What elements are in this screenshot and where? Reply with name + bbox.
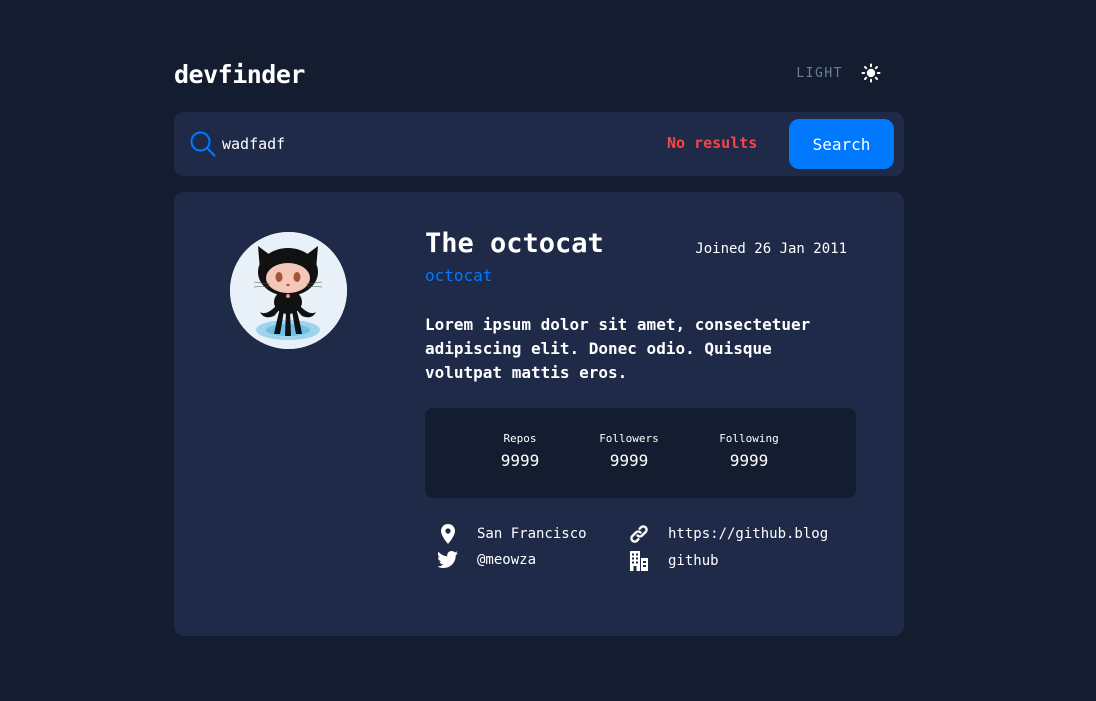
octocat-avatar-image: [230, 232, 347, 349]
search-input[interactable]: [222, 132, 642, 156]
blog-item[interactable]: https://github.blog: [628, 524, 828, 544]
sun-icon[interactable]: [861, 63, 881, 83]
stat-repos: Repos 9999: [470, 432, 570, 470]
theme-toggle-label: LIGHT: [796, 65, 843, 81]
search-button[interactable]: Search: [789, 119, 894, 169]
company-text[interactable]: github: [668, 553, 719, 569]
search-error-message: No results: [667, 134, 758, 152]
stats-panel: Repos 9999 Followers 9999 Following 9999: [425, 408, 856, 498]
profile-name: The octocat: [425, 228, 604, 259]
stat-value: 9999: [500, 451, 540, 470]
theme-toggle[interactable]: LIGHT: [796, 63, 881, 83]
stat-followers: Followers 9999: [579, 432, 679, 470]
location-pin-icon: [437, 524, 459, 544]
avatar: [230, 232, 347, 349]
location-item: San Francisco: [437, 524, 587, 544]
profile-login-link[interactable]: octocat: [425, 266, 492, 285]
stat-label: Followers: [599, 432, 659, 445]
twitter-item[interactable]: @meowza: [437, 551, 536, 568]
twitter-handle[interactable]: @meowza: [477, 552, 536, 568]
office-building-icon: [628, 551, 650, 571]
blog-link[interactable]: https://github.blog: [668, 526, 828, 542]
link-icon: [628, 524, 650, 544]
company-item[interactable]: github: [628, 551, 719, 571]
stat-following: Following 9999: [699, 432, 799, 470]
app-logo: devfinder: [174, 60, 305, 89]
app-header: devfinder LIGHT: [174, 58, 904, 98]
stat-value: 9999: [609, 451, 649, 470]
profile-bio: Lorem ipsum dolor sit amet, consectetuer…: [425, 315, 811, 382]
stat-value: 9999: [729, 451, 769, 470]
stat-label: Repos: [503, 432, 537, 445]
twitter-icon: [437, 551, 459, 568]
search-bar: No results Search: [174, 112, 904, 176]
profile-card: The octocat Joined 26 Jan 2011 octocat L…: [174, 192, 904, 636]
profile-links: San Francisco https://github.blog @meowz…: [437, 524, 857, 584]
joined-date: Joined 26 Jan 2011: [695, 241, 847, 257]
search-icon: [190, 131, 216, 157]
stat-label: Following: [719, 432, 779, 445]
location-text: San Francisco: [477, 526, 587, 542]
